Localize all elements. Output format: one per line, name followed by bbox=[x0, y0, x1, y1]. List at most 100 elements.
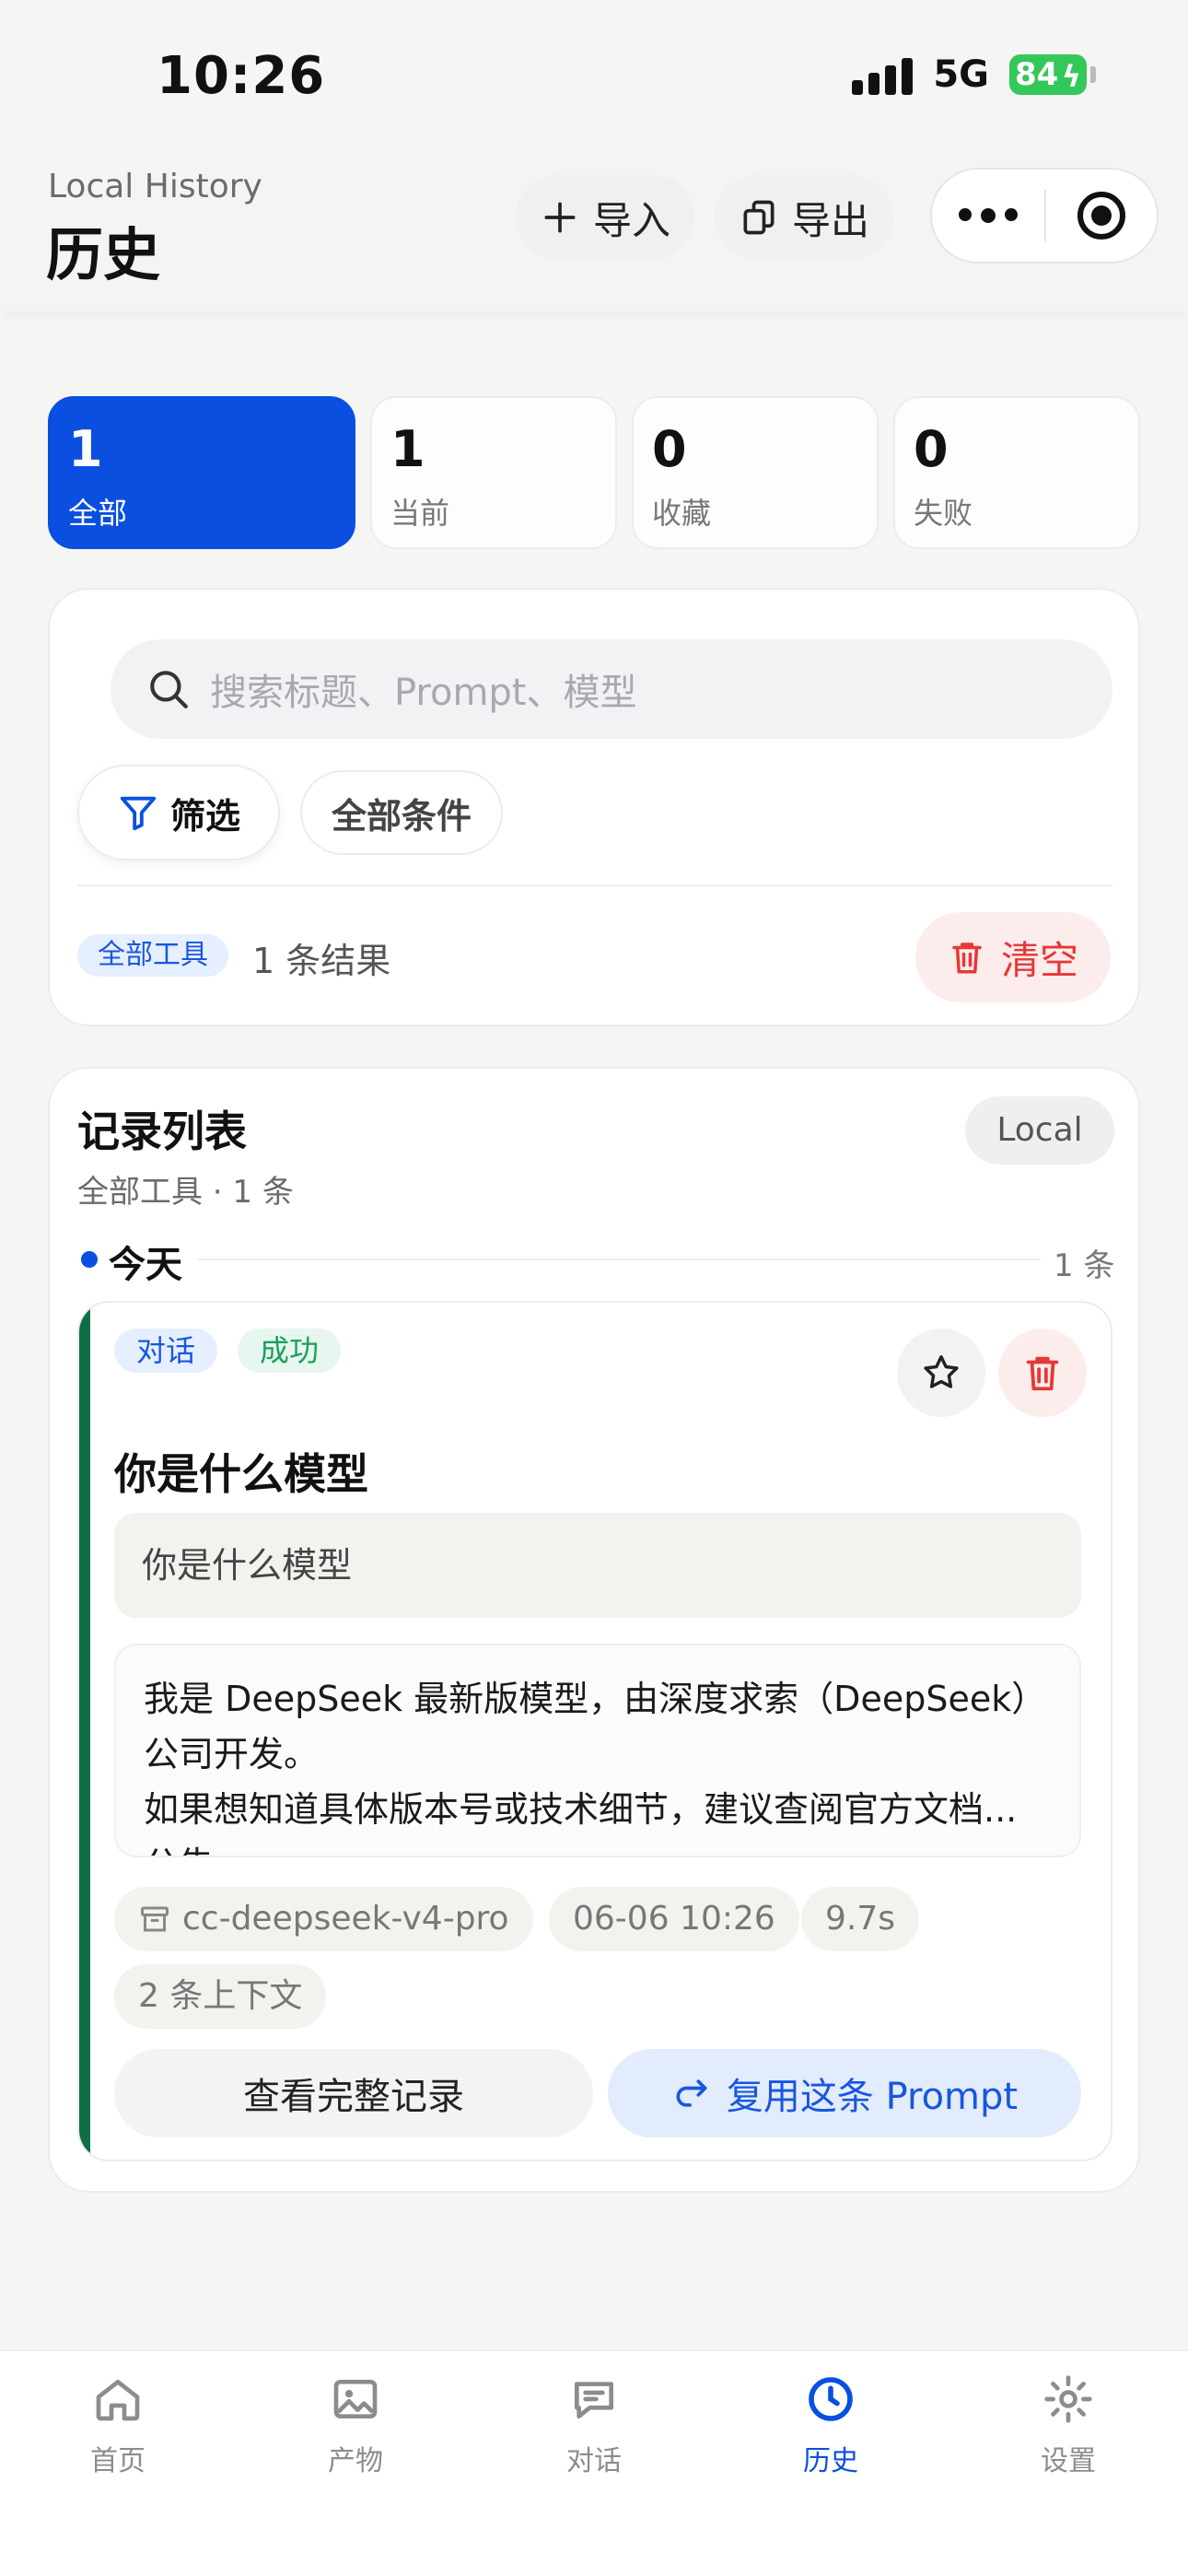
export-button[interactable]: 导出 bbox=[715, 175, 894, 260]
battery-icon: 84 ϟ bbox=[1009, 54, 1096, 95]
stat-card-failed[interactable]: 0 失败 bbox=[893, 396, 1140, 549]
clock-icon bbox=[809, 2377, 853, 2421]
stat-value: 1 bbox=[390, 420, 425, 478]
delete-record-button[interactable] bbox=[998, 1329, 1087, 1417]
tab-home[interactable]: 首页 bbox=[44, 2373, 192, 2478]
tab-settings[interactable]: 设置 bbox=[995, 2373, 1142, 2478]
stat-value: 0 bbox=[652, 420, 687, 478]
tool-filter-badge: 全部工具 bbox=[77, 934, 228, 977]
archive-icon bbox=[141, 1906, 169, 1932]
stat-label: 失败 bbox=[914, 496, 973, 531]
model-name: cc-deepseek-v4-pro bbox=[182, 1900, 509, 1938]
day-divider bbox=[197, 1259, 1041, 1260]
status-bar: 10:26 5G 84 ϟ bbox=[0, 0, 1188, 157]
network-label: 5G bbox=[933, 53, 989, 96]
chat-icon bbox=[575, 2382, 613, 2418]
export-label: 导出 bbox=[792, 197, 870, 243]
all-conditions-label: 全部条件 bbox=[331, 795, 472, 837]
trash-icon bbox=[1026, 1356, 1059, 1391]
tab-label: 历史 bbox=[803, 2445, 858, 2477]
trash-icon bbox=[952, 943, 982, 974]
answer-line: 我是 DeepSeek 最新版模型，由深度求索（DeepSeek） bbox=[144, 1679, 1047, 1719]
signal-icon bbox=[852, 54, 914, 95]
page-subtitle: Local History bbox=[48, 168, 262, 205]
record-prompt: 你是什么模型 bbox=[114, 1513, 1081, 1618]
model-chip: cc-deepseek-v4-pro bbox=[114, 1887, 533, 1951]
bottom-tab-bar: 首页 产物 对话 历史 设置 bbox=[0, 2349, 1188, 2576]
answer-line: 公司开发。 bbox=[144, 1734, 320, 1774]
tab-label: 首页 bbox=[90, 2445, 146, 2477]
record-accent-bar bbox=[79, 1303, 90, 2160]
stat-label: 全部 bbox=[68, 496, 128, 531]
tab-label: 设置 bbox=[1041, 2445, 1096, 2477]
list-title: 记录列表 bbox=[77, 1107, 247, 1156]
stat-card-current[interactable]: 1 当前 bbox=[370, 396, 617, 549]
status-badge: 成功 bbox=[238, 1329, 342, 1373]
search-input[interactable]: 搜索标题、Prompt、模型 bbox=[111, 639, 1112, 739]
day-group-label: 今天 bbox=[109, 1244, 182, 1286]
answer-line: 如果想知道具体版本号或技术细节，建议查阅官方文档... bbox=[144, 1789, 1018, 1830]
history-record-card[interactable]: 对话 成功 你是什么模型 你是什么模型 我是 DeepSeek 最新版模型，由深… bbox=[77, 1301, 1112, 2161]
timestamp-chip: 06-06 10:26 bbox=[549, 1887, 799, 1951]
battery-level: 84 bbox=[1015, 56, 1059, 93]
tab-label: 对话 bbox=[566, 2445, 622, 2477]
history-page: 10:26 5G 84 ϟ Local History 历史 导入 导出 1 全… bbox=[0, 0, 1188, 2576]
list-subtitle: 全部工具 · 1 条 bbox=[77, 1174, 294, 1211]
stat-card-all[interactable]: 1 全部 bbox=[48, 396, 355, 549]
page-header: Local History 历史 导入 导出 bbox=[0, 157, 1188, 311]
view-full-record-button[interactable]: 查看完整记录 bbox=[114, 2049, 593, 2137]
reuse-prompt-button[interactable]: 复用这条 Prompt bbox=[608, 2049, 1081, 2137]
status-indicators: 5G 84 ϟ bbox=[852, 53, 1096, 96]
filter-panel: 搜索标题、Prompt、模型 筛选 全部条件 全部工具 1 条结果 清空 bbox=[48, 588, 1140, 1026]
close-miniprogram-button[interactable] bbox=[1046, 192, 1157, 240]
more-dots-icon bbox=[959, 208, 972, 221]
clear-button[interactable]: 清空 bbox=[915, 912, 1111, 1002]
all-conditions-button[interactable]: 全部条件 bbox=[300, 770, 503, 855]
page-title: 历史 bbox=[46, 221, 161, 288]
copy-icon bbox=[743, 200, 775, 235]
stat-label: 当前 bbox=[390, 496, 450, 531]
search-icon bbox=[150, 671, 188, 708]
tab-label: 产物 bbox=[328, 2445, 383, 2477]
local-badge: Local bbox=[965, 1096, 1114, 1165]
target-icon bbox=[1077, 192, 1125, 240]
record-answer-preview: 我是 DeepSeek 最新版模型，由深度求索（DeepSeek） 公司开发。 … bbox=[114, 1644, 1081, 1857]
more-button[interactable] bbox=[932, 208, 1044, 223]
filter-button[interactable]: 筛选 bbox=[77, 765, 280, 861]
redo-icon bbox=[676, 2079, 707, 2107]
import-label: 导入 bbox=[593, 197, 671, 243]
tab-artifacts[interactable]: 产物 bbox=[282, 2373, 429, 2478]
image-icon bbox=[333, 2380, 378, 2418]
status-time: 10:26 bbox=[157, 46, 326, 106]
miniprogram-capsule bbox=[930, 168, 1159, 263]
context-chip: 2 条上下文 bbox=[114, 1964, 327, 2029]
view-full-record-label: 查看完整记录 bbox=[243, 2076, 464, 2118]
home-icon bbox=[96, 2380, 140, 2421]
star-icon bbox=[924, 1355, 959, 1388]
day-group-count: 1 条 bbox=[1054, 1247, 1115, 1284]
favorite-button[interactable] bbox=[897, 1329, 985, 1417]
day-dot bbox=[81, 1251, 98, 1268]
charging-icon: ϟ bbox=[1061, 59, 1081, 94]
stat-card-favorites[interactable]: 0 收藏 bbox=[632, 396, 879, 549]
tab-history[interactable]: 历史 bbox=[757, 2373, 904, 2478]
filter-label: 筛选 bbox=[169, 795, 240, 837]
filter-icon bbox=[120, 796, 157, 831]
stat-label: 收藏 bbox=[652, 496, 712, 531]
clear-label: 清空 bbox=[1000, 937, 1078, 983]
duration-chip: 9.7s bbox=[801, 1887, 920, 1951]
import-button[interactable]: 导入 bbox=[516, 175, 695, 260]
type-tag: 对话 bbox=[114, 1329, 218, 1373]
stat-value: 1 bbox=[68, 420, 103, 478]
search-placeholder: 搜索标题、Prompt、模型 bbox=[210, 672, 637, 714]
reuse-prompt-label: 复用这条 Prompt bbox=[726, 2076, 1019, 2118]
record-title: 你是什么模型 bbox=[114, 1449, 368, 1499]
stat-value: 0 bbox=[914, 420, 949, 478]
result-count: 1 条结果 bbox=[252, 941, 391, 981]
record-list-panel: 记录列表 全部工具 · 1 条 Local 今天 1 条 对话 成功 你是什么模… bbox=[48, 1067, 1140, 2193]
plus-icon bbox=[544, 202, 576, 233]
tab-chat[interactable]: 对话 bbox=[520, 2373, 668, 2478]
gear-icon bbox=[1044, 2375, 1092, 2423]
answer-line: 公告。 bbox=[144, 1837, 1052, 1856]
divider bbox=[77, 884, 1112, 886]
